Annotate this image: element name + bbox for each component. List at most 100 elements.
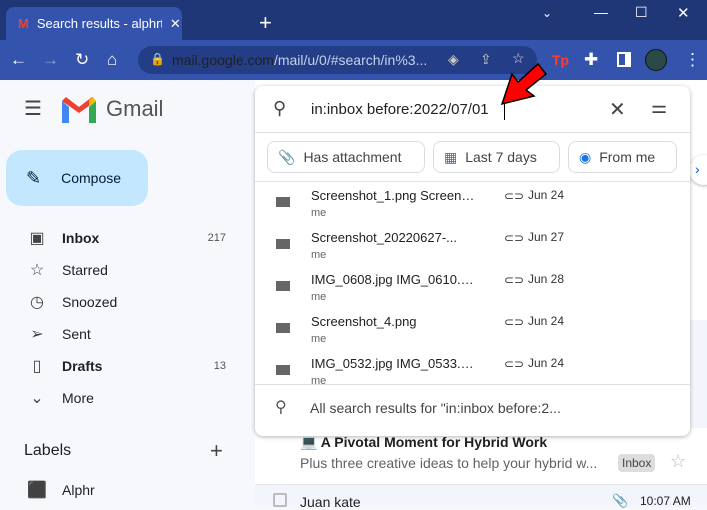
clock-icon: ◷ <box>30 294 44 311</box>
add-label-button[interactable]: + <box>210 438 223 464</box>
email-row[interactable]: 💻 A Pivotal Moment for Hybrid Work Plus … <box>255 432 707 484</box>
all-search-results-link[interactable]: ⚲ All search results for "in:inbox befor… <box>255 385 690 435</box>
star-icon[interactable]: ☆ <box>670 451 686 472</box>
sidebar-item-starred[interactable]: ☆ Starred <box>0 254 240 286</box>
chip-last-7-days[interactable]: ▦ Last 7 days <box>433 141 560 173</box>
attachment-icon: 📎 <box>278 148 296 165</box>
reload-icon[interactable]: ↻ <box>75 50 89 70</box>
chrome-menu-icon[interactable]: ⋮ <box>684 50 701 70</box>
minimize-button[interactable]: — <box>594 4 608 20</box>
inbox-icon: ▣ <box>29 230 45 247</box>
lens-icon[interactable]: ◈ <box>448 51 459 68</box>
chip-has-attachment[interactable]: 📎 Has attachment <box>267 141 425 173</box>
all-results-label: All search results for "in:inbox before:… <box>310 400 561 416</box>
attachment-icon: ⊂⊃ <box>504 315 525 329</box>
tab-search-icon[interactable]: ⌄ <box>542 6 552 20</box>
suggestion-date: Jun 28 <box>528 272 565 286</box>
mail-icon <box>276 239 290 249</box>
sidebar-item-inbox[interactable]: ▣ Inbox 217 <box>0 222 240 254</box>
mail-icon <box>276 323 290 333</box>
close-tab-icon[interactable]: ✕ <box>170 16 181 32</box>
email-sender: Juan kate <box>300 494 361 510</box>
suggestion-subject: Screenshot_1.png Screenshot_2.png <box>311 188 476 203</box>
main-menu-icon[interactable]: ☰ <box>24 96 42 121</box>
search-options-icon[interactable]: ⚌ <box>651 97 667 118</box>
suggestion-sender: me <box>311 207 327 219</box>
chip-label: Has attachment <box>303 149 402 165</box>
suggestion-sender: me <box>311 249 327 261</box>
extensions-puzzle-icon[interactable]: ✚ <box>584 50 598 70</box>
email-time: 10:07 AM <box>640 494 691 508</box>
search-suggestion[interactable]: Screenshot_1.png Screenshot_2.pngme ⊂⊃Jun… <box>255 183 690 225</box>
profile-avatar[interactable] <box>645 49 667 71</box>
back-icon[interactable]: ← <box>10 50 27 70</box>
label-item-alphr[interactable]: ⬛ Alphr <box>0 474 240 506</box>
sidebar-item-sent[interactable]: ➢ Sent <box>0 318 240 350</box>
gmail-logo[interactable] <box>62 97 96 123</box>
email-row[interactable]: Juan kate 📎 10:07 AM <box>255 484 707 510</box>
suggestion-date: Jun 27 <box>528 230 565 244</box>
pencil-icon: ✎ <box>26 167 42 188</box>
maximize-button[interactable]: ☐ <box>635 4 648 21</box>
gmail-favicon-icon: M <box>18 16 29 31</box>
inbox-label-badge[interactable]: Inbox <box>618 454 656 472</box>
select-checkbox[interactable] <box>273 493 287 507</box>
sidebar-item-label: Starred <box>62 262 108 278</box>
suggestion-sender: me <box>311 291 327 303</box>
new-tab-button[interactable]: + <box>259 10 272 36</box>
email-subject: 💻 A Pivotal Moment for Hybrid Work <box>300 434 548 450</box>
suggestion-subject: Screenshot_4.png <box>311 314 417 329</box>
mail-icon <box>276 281 290 291</box>
close-window-button[interactable]: ✕ <box>677 4 690 22</box>
suggestion-subject: IMG_0532.jpg IMG_0533.jpg <box>311 356 476 371</box>
label-name: Alphr <box>62 482 95 498</box>
share-icon[interactable]: ⇪ <box>480 51 492 68</box>
search-icon: ⚲ <box>275 399 287 416</box>
suggestion-date: Jun 24 <box>528 356 565 370</box>
lock-icon: 🔒 <box>150 52 165 66</box>
sidebar-item-label: Inbox <box>62 230 100 246</box>
sidebar-item-drafts[interactable]: ▯ Drafts 13 <box>0 350 240 382</box>
chip-from-me[interactable]: ◉ From me <box>568 141 677 173</box>
forward-icon[interactable]: → <box>42 50 59 70</box>
chip-label: From me <box>599 149 656 165</box>
draft-icon: ▯ <box>32 358 42 375</box>
sidebar-item-snoozed[interactable]: ◷ Snoozed <box>0 286 240 318</box>
search-icon[interactable]: ⚲ <box>273 98 286 119</box>
send-icon: ➢ <box>30 326 44 343</box>
compose-label: Compose <box>61 170 122 186</box>
search-suggestion[interactable]: Screenshot_20220627-... me ⊂⊃ Jun 27 <box>255 225 690 267</box>
chevron-down-icon: ⌄ <box>30 390 44 407</box>
attachment-icon: ⊂⊃ <box>504 357 525 371</box>
chip-label: Last 7 days <box>465 149 537 165</box>
star-icon: ☆ <box>29 262 45 279</box>
suggestion-sender: me <box>311 333 327 345</box>
sidebar-item-label: Snoozed <box>62 294 118 310</box>
suggestion-date: Jun 24 <box>528 314 565 328</box>
search-suggestion[interactable]: Screenshot_4.pngme ⊂⊃ Jun 24 <box>255 309 690 351</box>
extension-tp-icon[interactable]: Tp <box>552 52 569 68</box>
search-input[interactable]: in:inbox before:2022/07/01 <box>311 101 489 118</box>
sidebar-item-more[interactable]: ⌄ More <box>0 382 240 414</box>
attachment-icon: ⊂⊃ <box>504 231 525 245</box>
search-suggestion[interactable]: IMG_0608.jpg IMG_0610.jpg me ⊂⊃ Jun 28 <box>255 267 690 309</box>
url-host: mail.google.com <box>172 52 274 68</box>
compose-button[interactable]: ✎ Compose <box>6 150 148 206</box>
url-path: /mail/u/0/#search/in%3... <box>273 52 428 68</box>
unread-count: 13 <box>213 360 226 372</box>
home-icon[interactable]: ⌂ <box>107 50 117 70</box>
side-panel-icon[interactable] <box>617 52 631 67</box>
tab-title: Search results - alphrteam@gmail <box>36 16 162 31</box>
clear-search-icon[interactable]: ✕ <box>609 97 626 122</box>
red-arrow-annotation <box>500 62 548 106</box>
unread-count: 217 <box>207 232 226 244</box>
mail-icon <box>276 197 290 207</box>
mail-icon <box>276 365 290 375</box>
attachment-icon: ⊂⊃ <box>504 273 525 287</box>
sidebar-item-label: More <box>62 390 94 406</box>
account-circle-icon: ◉ <box>579 148 592 165</box>
address-bar[interactable]: 🔒 mail.google.com/mail/u/0/#search/in%3.… <box>138 46 537 74</box>
browser-tab[interactable]: M Search results - alphrteam@gmail ✕ <box>6 7 182 40</box>
labels-heading: Labels <box>24 442 72 459</box>
suggestion-date: Jun 24 <box>528 188 565 202</box>
